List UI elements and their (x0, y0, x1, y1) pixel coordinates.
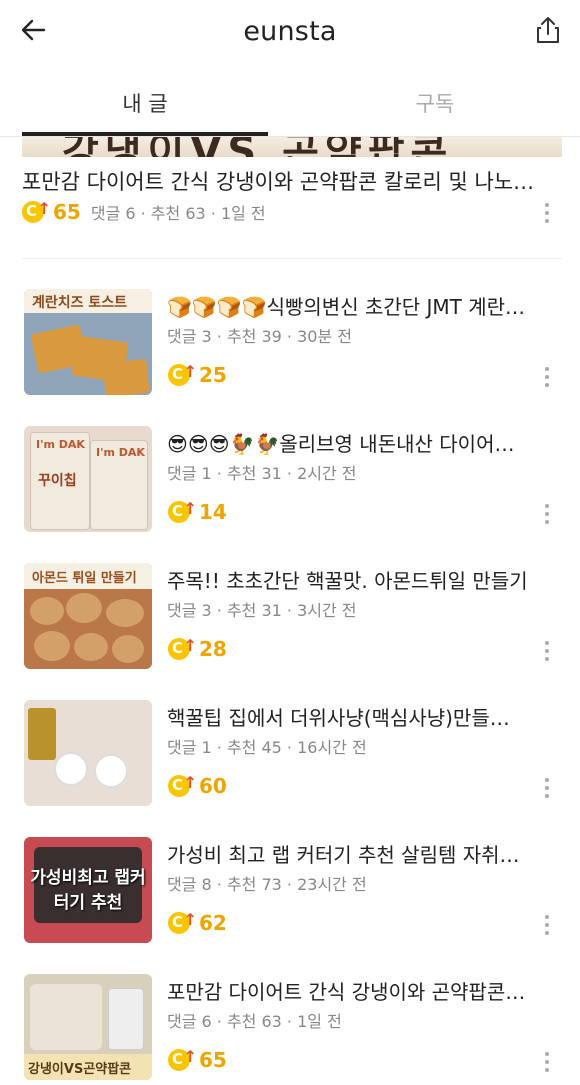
ct-score-icon (168, 362, 197, 386)
more-options-icon[interactable] (544, 915, 550, 939)
post-score: 60 (168, 773, 227, 798)
ct-score-icon (168, 1047, 197, 1071)
app-header: eunsta (0, 0, 580, 62)
thumb-caption: 계란치즈 토스트 (32, 295, 128, 311)
post-score: 28 (168, 636, 227, 661)
featured-thumbnail[interactable]: 강냉이VS 곤약팝콘 (22, 137, 562, 157)
post-thumbnail[interactable]: I'm DAK I'm DAK 꾸이칩 (24, 426, 152, 532)
post-title[interactable]: 주목!! 초초간단 핵꿀맛. 아몬드튀일 만들기 (167, 565, 559, 594)
tab-bar: 내 글 구독 (0, 70, 580, 136)
featured-title[interactable]: 포만감 다이어트 간식 강냉이와 곤약팝콘 칼로리 및 나노… (22, 166, 542, 196)
post-thumbnail[interactable] (24, 700, 152, 806)
post-stats: 댓글 6 · 추천 63 · 1일 전 (167, 1012, 342, 1031)
tab-my-posts[interactable]: 내 글 (0, 70, 290, 136)
post-stats: 댓글 1 · 추천 31 · 2시간 전 (167, 464, 357, 483)
more-options-icon[interactable] (544, 203, 550, 227)
section-divider (22, 258, 562, 259)
post-thumbnail[interactable]: 아몬드 튀일 만들기 (24, 563, 152, 669)
ct-score-icon (168, 499, 197, 523)
page-title: eunsta (243, 15, 337, 47)
post-title[interactable]: 가성비 최고 랩 커터기 추천 살림템 자취… (167, 839, 559, 868)
thumb-caption: 강냉이VS곤약팝콘 (28, 1062, 132, 1077)
list-item[interactable]: 강냉이VS곤약팝콘 포만감 다이어트 간식 강냉이와 곤약팝콘… 댓글 6 · … (0, 974, 580, 1084)
ct-score-icon (168, 910, 197, 934)
post-thumbnail[interactable]: 가성비최고 랩커터기 추천 (24, 837, 152, 943)
post-title[interactable]: 핵꿀팁 집에서 더위사냥(맥심사냥)만들… (167, 702, 559, 731)
post-score: 14 (168, 499, 227, 524)
post-score: 62 (168, 910, 227, 935)
list-item[interactable]: 가성비최고 랩커터기 추천 가성비 최고 랩 커터기 추천 살림템 자취… 댓글… (0, 837, 580, 947)
post-thumbnail[interactable]: 강냉이VS곤약팝콘 (24, 974, 152, 1080)
featured-thumb-lettering: 강냉이VS 곤약팝콘 (62, 137, 453, 157)
ct-score-icon (168, 636, 197, 660)
post-stats: 댓글 1 · 추천 45 · 16시간 전 (167, 738, 367, 757)
post-stats: 댓글 3 · 추천 39 · 30분 전 (167, 327, 352, 346)
list-item[interactable]: 핵꿀팁 집에서 더위사냥(맥심사냥)만들… 댓글 1 · 추천 45 · 16시… (0, 700, 580, 810)
thumb-caption: 꾸이칩 (38, 473, 77, 489)
list-item[interactable]: 아몬드 튀일 만들기 주목!! 초초간단 핵꿀맛. 아몬드튀일 만들기 댓글 3… (0, 563, 580, 673)
more-options-icon[interactable] (544, 504, 550, 528)
post-score: 65 (168, 1047, 227, 1072)
ct-score-icon (168, 773, 197, 797)
thumb-caption: 아몬드 튀일 만들기 (32, 571, 137, 586)
back-arrow-icon[interactable] (18, 14, 50, 46)
post-score: 25 (168, 362, 227, 387)
more-options-icon[interactable] (544, 641, 550, 665)
share-icon[interactable] (532, 14, 564, 46)
post-title[interactable]: 포만감 다이어트 간식 강냉이와 곤약팝콘… (167, 976, 559, 1005)
list-item[interactable]: I'm DAK I'm DAK 꾸이칩 😎😎😎🐓🐓올리브영 내돈내산 다이어… … (0, 426, 580, 536)
list-item[interactable]: 계란치즈 토스트 🍞🍞🍞🍞식빵의변신 초간단 JMT 계란… 댓글 3 · 추천… (0, 289, 580, 399)
post-title[interactable]: 😎😎😎🐓🐓올리브영 내돈내산 다이어… (167, 428, 559, 457)
post-title[interactable]: 🍞🍞🍞🍞식빵의변신 초간단 JMT 계란… (167, 291, 559, 320)
ct-score-icon (22, 199, 51, 223)
thumb-caption: 가성비최고 랩커터기 추천 (30, 868, 146, 913)
tab-subscriptions[interactable]: 구독 (290, 70, 580, 136)
more-options-icon[interactable] (544, 778, 550, 802)
featured-stats: 댓글 6 · 추천 63 · 1일 전 (90, 204, 266, 223)
more-options-icon[interactable] (544, 367, 550, 391)
post-stats: 댓글 3 · 추천 31 · 3시간 전 (167, 601, 357, 620)
featured-meta: 65 댓글 6 · 추천 63 · 1일 전 (22, 199, 266, 224)
post-stats: 댓글 8 · 추천 73 · 23시간 전 (167, 875, 367, 894)
post-thumbnail[interactable]: 계란치즈 토스트 (24, 289, 152, 395)
more-options-icon[interactable] (544, 1052, 550, 1076)
featured-score: 65 (53, 200, 81, 224)
